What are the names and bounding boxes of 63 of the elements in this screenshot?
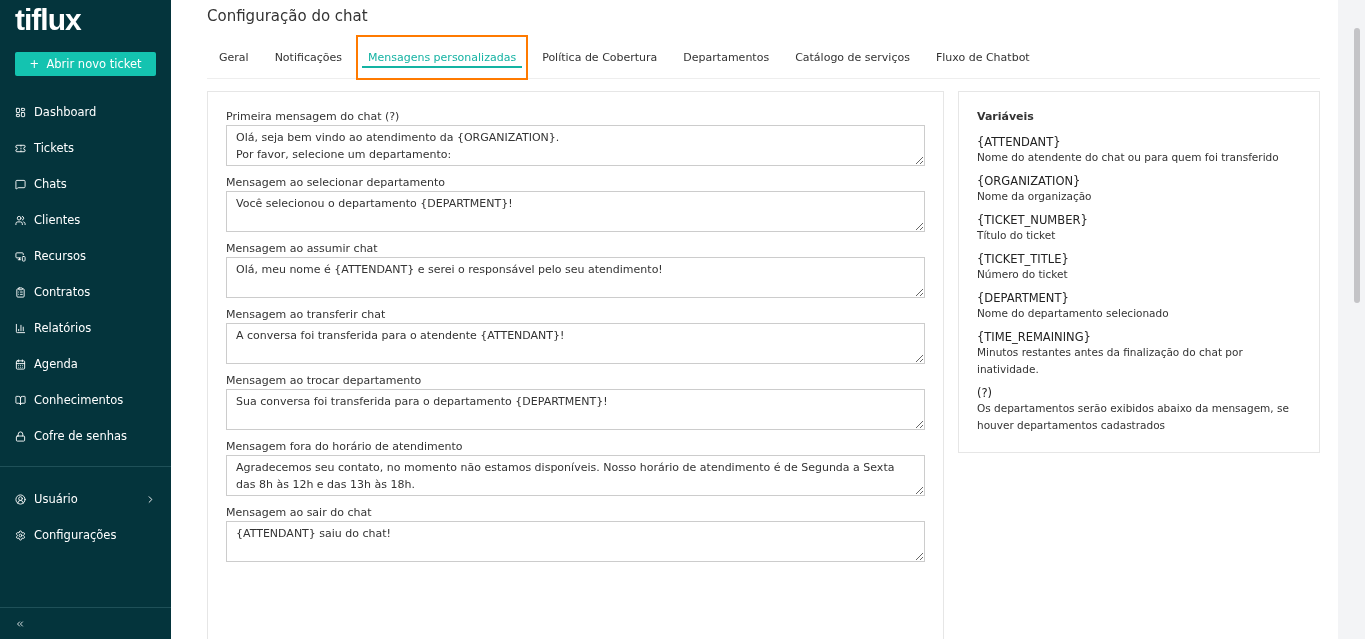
nav-icon <box>15 430 26 442</box>
variable-description: Os departamentos serão exibidos abaixo da mensagem, se houver departamentos cadastrados <box>977 401 1290 433</box>
sidebar-item[interactable]: Relatórios <box>0 310 171 346</box>
tiflux-logo: tiflux <box>14 2 82 38</box>
nav-icon <box>15 214 26 226</box>
variable-description: Título do ticket <box>977 228 1057 243</box>
message-textarea[interactable]: Agradecemos seu contato, no momento não estamos disponíveis. Nosso horário de atendimento é de Segunda a Sexta das 8h às 12h e das 13h às 18h. <box>226 455 925 496</box>
panel-title: Variáveis <box>977 110 1035 123</box>
field-label: Mensagem ao trocar departamento <box>226 374 423 387</box>
field-label: Mensagem ao transferir chat <box>226 308 387 321</box>
sidebar-item[interactable]: Conhecimentos <box>0 382 171 418</box>
sidebar-item[interactable]: Dashboard <box>0 94 171 130</box>
message-textarea[interactable]: A conversa foi transferida para o atendente {ATTENDANT}! <box>226 323 925 364</box>
variable-name: {TICKET_TITLE} <box>977 252 1070 266</box>
field-label: Mensagem ao sair do chat <box>226 506 373 519</box>
variable-name: {ATTENDANT} <box>977 135 1062 149</box>
nav-icon <box>15 142 26 154</box>
nav-icon <box>15 286 26 298</box>
sidebar-item[interactable]: Tickets <box>0 130 171 166</box>
nav-icon <box>15 322 26 334</box>
tab[interactable]: Política de Cobertura <box>530 35 670 80</box>
field-label: Primeira mensagem do chat (?) <box>226 110 401 123</box>
sidebar-item[interactable]: Chats <box>0 166 171 202</box>
sidebar-item[interactable]: Configurações <box>0 517 171 553</box>
page-title: Configuração do chat <box>207 7 369 25</box>
variable-description: Nome da organização <box>977 189 1093 204</box>
variable-description: Nome do departamento selecionado <box>977 306 1170 321</box>
tab[interactable]: Fluxo de Chatbot <box>923 35 1042 80</box>
variable-description: Nome do atendente do chat ou para quem foi transferido <box>977 150 1280 165</box>
nav-icon <box>15 250 26 262</box>
message-textarea[interactable]: Sua conversa foi transferida para o departamento {DEPARTMENT}! <box>226 389 925 430</box>
field-label: Mensagem ao assumir chat <box>226 242 379 255</box>
sidebar-item[interactable]: Recursos <box>0 238 171 274</box>
tab[interactable]: Catálogo de serviços <box>783 35 922 80</box>
tab[interactable]: Notificações <box>262 35 354 80</box>
variable-name: {TIME_REMAINING} <box>977 330 1092 344</box>
message-textarea[interactable]: {ATTENDANT} saiu do chat! <box>226 521 925 562</box>
scrollbar-thumb[interactable] <box>1354 28 1360 303</box>
sidebar-item[interactable]: Agenda <box>0 346 171 382</box>
tab[interactable]: Geral <box>207 35 261 80</box>
message-textarea[interactable]: Você selecionou o departamento {DEPARTMENT}! <box>226 191 925 232</box>
nav-icon <box>15 178 26 190</box>
sidebar-item[interactable]: Usuário <box>0 481 171 517</box>
field-label: Mensagem ao selecionar departamento <box>226 176 447 189</box>
nav-icon <box>15 358 26 370</box>
variable-description: Minutos restantes antes da finalização do chat por inatividade. <box>977 345 1244 377</box>
variable-name: (?) <box>977 386 994 400</box>
tab[interactable]: Departamentos <box>671 35 782 80</box>
sidebar-item[interactable]: Clientes <box>0 202 171 238</box>
sidebar-item[interactable]: Contratos <box>0 274 171 310</box>
message-textarea[interactable]: Olá, meu nome é {ATTENDANT} e serei o responsável pelo seu atendimento! <box>226 257 925 298</box>
variable-description: Número do ticket <box>977 267 1069 282</box>
variable-name: {ORGANIZATION} <box>977 174 1082 188</box>
nav-icon <box>15 493 26 505</box>
nav-icon <box>15 394 26 406</box>
collapse-icon[interactable] <box>15 618 25 629</box>
field-label: Mensagem fora do horário de atendimento <box>226 440 464 453</box>
variable-name: {DEPARTMENT} <box>977 291 1070 305</box>
nav-icon <box>15 106 26 118</box>
message-textarea[interactable]: Olá, seja bem vindo ao atendimento da {ORGANIZATION}. Por favor, selecione um departamento: <box>226 125 925 166</box>
nav-icon <box>15 529 26 541</box>
sidebar-item[interactable]: Cofre de senhas <box>0 418 171 454</box>
variable-name: {TICKET_NUMBER} <box>977 213 1089 227</box>
